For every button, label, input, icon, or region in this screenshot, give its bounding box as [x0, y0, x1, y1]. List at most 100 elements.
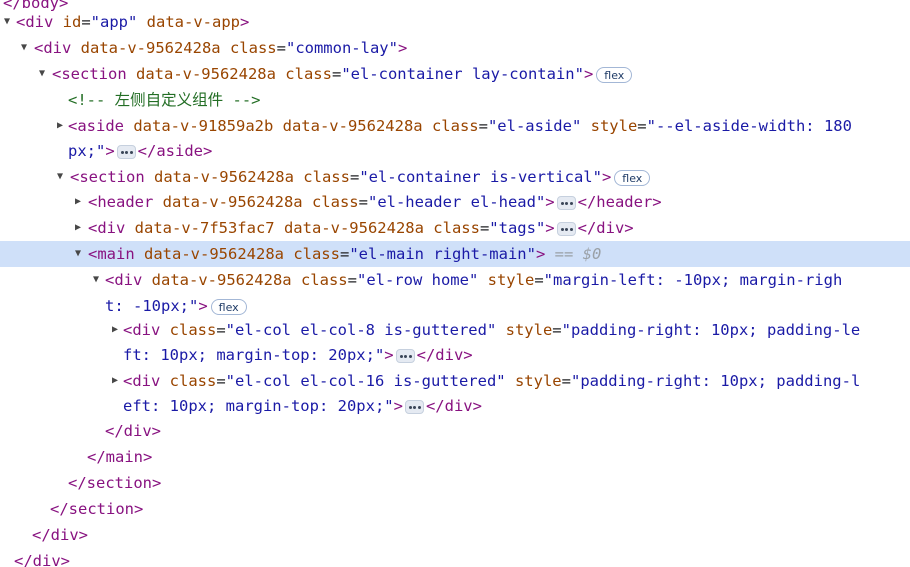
dom-node-line-wrap[interactable]: t: -10px;"> flex: [0, 293, 910, 319]
expanded-triangle-icon[interactable]: ▼: [35, 61, 49, 87]
attribute-name[interactable]: data-v-9562428a: [145, 168, 294, 186]
attribute-name[interactable]: class: [423, 117, 479, 135]
attribute-value[interactable]: "common-lay": [286, 39, 398, 57]
expanded-triangle-icon[interactable]: ▼: [71, 241, 85, 267]
equals-sign: =: [561, 372, 571, 390]
attribute-name[interactable]: style: [581, 117, 638, 135]
attribute-value[interactable]: "app": [91, 13, 138, 31]
node-content: <div data-v-9562428a class="el-row home"…: [105, 267, 842, 293]
attribute-name[interactable]: style: [506, 372, 562, 390]
tag-token: <main: [88, 245, 135, 263]
dom-node-line[interactable]: ▼ <section data-v-9562428a class="el-con…: [0, 164, 910, 190]
attribute-value[interactable]: "el-container is-vertical": [359, 168, 602, 186]
attribute-name[interactable]: data-v-9562428a: [142, 271, 292, 289]
attribute-name[interactable]: data-v-9562428a: [153, 193, 303, 211]
closing-tag-line[interactable]: </section>: [0, 496, 910, 522]
attribute-value[interactable]: eft: 10px; margin-top: 20px;": [123, 397, 394, 415]
attribute-value[interactable]: "el-header el-head": [368, 193, 545, 211]
tag-token: </div>: [14, 552, 70, 567]
collapsed-triangle-icon[interactable]: ▶: [108, 368, 122, 394]
dom-node-line[interactable]: ▼ <section data-v-9562428a class="el-con…: [0, 61, 910, 87]
expanded-triangle-icon[interactable]: ▼: [89, 267, 103, 293]
collapsed-triangle-icon[interactable]: ▶: [71, 189, 85, 215]
comment-line[interactable]: <!-- 左侧自定义组件 -->: [0, 87, 910, 113]
attribute-name[interactable]: data-v-9562428a: [127, 65, 276, 83]
flex-badge[interactable]: flex: [210, 298, 247, 315]
flex-badge[interactable]: flex: [614, 169, 651, 186]
dom-node-line[interactable]: ▶ <div class="el-col el-col-8 is-guttere…: [0, 317, 910, 343]
tag-token: </header>: [577, 193, 662, 211]
ellipsis-expand-icon[interactable]: [556, 195, 576, 210]
dom-node-line-wrap[interactable]: px;"> </aside>: [0, 138, 910, 164]
expanded-triangle-icon[interactable]: ▼: [0, 9, 14, 35]
dom-node-line[interactable]: ▼ <div id="app" data-v-app>: [0, 9, 910, 35]
attribute-name[interactable]: data-v-9562428a: [135, 245, 284, 263]
attribute-name[interactable]: class: [424, 219, 480, 237]
attribute-value[interactable]: ft: 10px; margin-top: 20px;": [123, 346, 384, 364]
dom-node-line[interactable]: ▼ <div data-v-9562428a class="el-row hom…: [0, 267, 910, 293]
closing-tag-line[interactable]: </div>: [0, 418, 910, 444]
dom-node-line-wrap[interactable]: eft: 10px; margin-top: 20px;"> </div>: [0, 393, 910, 419]
attribute-value[interactable]: "margin-left: -10px; margin-righ: [544, 271, 843, 289]
dom-node-line[interactable]: ▶ <header data-v-9562428a class="el-head…: [0, 189, 910, 215]
attribute-value[interactable]: "el-container lay-contain": [341, 65, 584, 83]
dom-node-line[interactable]: ▶ <div class="el-col el-col-16 is-gutter…: [0, 368, 910, 394]
attribute-name[interactable]: data-v-9562428a: [275, 219, 424, 237]
attribute-name[interactable]: data-v-app: [137, 13, 240, 31]
attribute-name[interactable]: class: [160, 321, 217, 339]
attribute-value[interactable]: px;": [68, 142, 105, 160]
attribute-value[interactable]: "el-main right-main": [349, 245, 536, 263]
dom-node-line[interactable]: ▶ <aside data-v-91859a2b data-v-9562428a…: [0, 113, 910, 139]
closing-tag-line[interactable]: </div>: [0, 522, 910, 548]
closing-tag-line[interactable]: </main>: [0, 444, 910, 470]
dom-node-line[interactable]: ▼ <div data-v-9562428a class="common-lay…: [0, 35, 910, 61]
attribute-value[interactable]: "tags": [489, 219, 545, 237]
tag-token: </main>: [87, 448, 153, 466]
attribute-value[interactable]: "--el-aside-width: 180: [647, 117, 852, 135]
equals-sign: =: [331, 65, 342, 83]
ellipsis-expand-icon[interactable]: [116, 144, 136, 159]
tag-token: >: [384, 346, 394, 364]
expanded-triangle-icon[interactable]: ▼: [17, 35, 31, 61]
attribute-name[interactable]: id: [53, 13, 82, 31]
attribute-value[interactable]: t: -10px;": [105, 297, 198, 315]
attribute-value[interactable]: "el-row home": [357, 271, 478, 289]
attribute-name[interactable]: data-v-91859a2b: [124, 117, 273, 135]
attribute-value[interactable]: "el-col el-col-16 is-guttered": [226, 372, 506, 390]
node-content: <div data-v-9562428a class="common-lay">: [34, 35, 407, 61]
selected-dom-node-line[interactable]: ▼ <main data-v-9562428a class="el-main r…: [0, 241, 910, 267]
attribute-value[interactable]: "el-col el-col-8 is-guttered": [226, 321, 497, 339]
attribute-name[interactable]: class: [160, 372, 217, 390]
equals-sign: =: [479, 219, 490, 237]
equals-sign: =: [339, 245, 350, 263]
ellipsis-expand-icon[interactable]: [556, 221, 576, 236]
equals-sign: =: [347, 271, 357, 289]
attribute-name[interactable]: class: [221, 39, 277, 57]
collapsed-triangle-icon[interactable]: ▶: [108, 317, 122, 343]
collapsed-triangle-icon[interactable]: ▶: [53, 113, 67, 139]
collapsed-triangle-icon[interactable]: ▶: [71, 215, 85, 241]
attribute-name[interactable]: class: [292, 271, 348, 289]
expanded-triangle-icon[interactable]: ▼: [53, 164, 67, 190]
closing-tag-line[interactable]: </section>: [0, 470, 910, 496]
tag-token: <section: [70, 168, 145, 186]
attribute-name[interactable]: class: [294, 168, 350, 186]
attribute-value[interactable]: "padding-right: 10px; padding-l: [571, 372, 860, 390]
attribute-name[interactable]: data-v-9562428a: [71, 39, 221, 57]
attribute-value[interactable]: "el-aside": [488, 117, 581, 135]
attribute-name[interactable]: class: [284, 245, 340, 263]
dom-node-line[interactable]: ▶ <div data-v-7f53fac7 data-v-9562428a c…: [0, 215, 910, 241]
dom-node-line-wrap[interactable]: ft: 10px; margin-top: 20px;"> </div>: [0, 342, 910, 368]
attribute-name[interactable]: style: [496, 321, 553, 339]
attribute-name[interactable]: data-v-9562428a: [273, 117, 423, 135]
attribute-name[interactable]: class: [276, 65, 332, 83]
node-content: <section data-v-9562428a class="el-conta…: [70, 164, 651, 190]
ellipsis-expand-icon[interactable]: [404, 399, 424, 414]
closing-tag-line[interactable]: </div>: [0, 548, 910, 567]
attribute-value[interactable]: "padding-right: 10px; padding-le: [562, 321, 861, 339]
attribute-name[interactable]: class: [303, 193, 359, 211]
attribute-name[interactable]: style: [478, 271, 535, 289]
flex-badge[interactable]: flex: [596, 66, 633, 83]
attribute-name[interactable]: data-v-7f53fac7: [125, 219, 275, 237]
ellipsis-expand-icon[interactable]: [395, 348, 415, 363]
